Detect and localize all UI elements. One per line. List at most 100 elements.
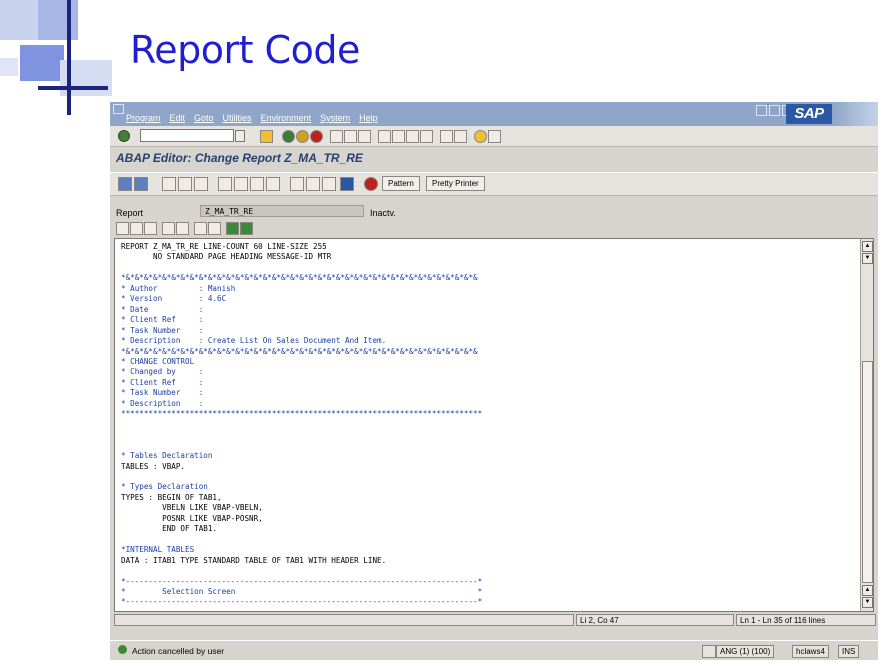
- other-object-icon[interactable]: [178, 177, 192, 191]
- copy-icon[interactable]: [130, 222, 143, 235]
- scroll-down-bottom-icon[interactable]: ▼: [862, 597, 873, 608]
- display-change-icon[interactable]: [162, 177, 176, 191]
- vertical-scrollbar[interactable]: ▲ ▼ ▲ ▼: [860, 239, 873, 611]
- object-list-icon[interactable]: [290, 177, 304, 191]
- code-editor[interactable]: REPORT Z_MA_TR_RE LINE-COUNT 60 LINE-SIZ…: [114, 238, 874, 612]
- menu-goto[interactable]: Goto: [194, 113, 214, 123]
- code-line[interactable]: POSNR LIKE VBAP-POSNR,: [121, 514, 263, 523]
- stop-icon[interactable]: [364, 177, 378, 191]
- pattern-button[interactable]: Pattern: [382, 176, 420, 191]
- application-toolbar: Pattern Pretty Printer: [110, 172, 878, 196]
- forward-arrow-icon[interactable]: [134, 177, 148, 191]
- code-line[interactable]: * Description :: [121, 399, 203, 408]
- code-line[interactable]: * Client Ref :: [121, 378, 203, 387]
- code-line[interactable]: * Date :: [121, 305, 203, 314]
- menu-bar: Program Edit Goto Utilities Environment …: [110, 102, 878, 126]
- code-line[interactable]: * Client Ref :: [121, 315, 203, 324]
- undo-icon[interactable]: [162, 222, 175, 235]
- activate-icon[interactable]: [234, 177, 248, 191]
- code-line[interactable]: *&*&*&*&*&*&*&*&*&*&*&*&*&*&*&*&*&*&*&*&…: [121, 347, 478, 356]
- code-line[interactable]: TABLES : VBAP.: [121, 462, 185, 471]
- code-line[interactable]: DATA : ITAB1 TYPE STANDARD TABLE OF TAB1…: [121, 556, 386, 565]
- editor-find-icon[interactable]: [194, 222, 207, 235]
- insert-mode: INS: [838, 645, 860, 658]
- pretty-printer-button[interactable]: Pretty Printer: [426, 176, 485, 191]
- code-line[interactable]: *&*&*&*&*&*&*&*&*&*&*&*&*&*&*&*&*&*&*&*&…: [121, 273, 478, 282]
- code-line[interactable]: * Author : Manish: [121, 284, 235, 293]
- download-icon[interactable]: [240, 222, 253, 235]
- code-line[interactable]: NO STANDARD PAGE HEADING MESSAGE-ID MTR: [121, 252, 331, 261]
- menu-program[interactable]: Program: [126, 113, 161, 123]
- code-line[interactable]: *---------------------------------------…: [121, 597, 482, 606]
- enter-icon[interactable]: [118, 130, 130, 142]
- code-line[interactable]: * Types Declaration: [121, 482, 208, 491]
- code-line[interactable]: REPORT Z_MA_TR_RE LINE-COUNT 60 LINE-SIZ…: [121, 242, 327, 251]
- navigation-window-icon[interactable]: [306, 177, 320, 191]
- code-line[interactable]: * Task Number :: [121, 326, 203, 335]
- report-name-field: Z_MA_TR_RE: [200, 205, 364, 217]
- code-line[interactable]: END OF TAB1.: [121, 524, 217, 533]
- code-line[interactable]: * Version : 4.6C: [121, 294, 226, 303]
- back-icon[interactable]: [282, 130, 295, 143]
- code-line[interactable]: *---------------------------------------…: [121, 577, 482, 586]
- code-line[interactable]: * Tables Declaration: [121, 451, 212, 460]
- editor-find-next-icon[interactable]: [208, 222, 221, 235]
- info-icon[interactable]: [340, 177, 354, 191]
- sap-window: Program Edit Goto Utilities Environment …: [110, 102, 878, 660]
- code-line[interactable]: * Changed by :: [121, 367, 203, 376]
- menu-edit[interactable]: Edit: [170, 113, 186, 123]
- layout-menu-icon[interactable]: [488, 130, 501, 143]
- set-breakpoint-icon[interactable]: [322, 177, 336, 191]
- code-line[interactable]: * CHANGE CONTROL: [121, 357, 194, 366]
- menu-system[interactable]: System: [320, 113, 350, 123]
- shortcut-icon[interactable]: [454, 130, 467, 143]
- redo-icon[interactable]: [176, 222, 189, 235]
- back-arrow-icon[interactable]: [118, 177, 132, 191]
- command-history-button[interactable]: [235, 130, 245, 142]
- test-icon[interactable]: [250, 177, 264, 191]
- scroll-down-icon[interactable]: ▼: [862, 253, 873, 264]
- check-icon[interactable]: [218, 177, 232, 191]
- menu-help[interactable]: Help: [359, 113, 378, 123]
- where-used-icon[interactable]: [266, 177, 280, 191]
- exit-icon[interactable]: [296, 130, 309, 143]
- code-line[interactable]: * Description : Create List On Sales Doc…: [121, 336, 386, 345]
- maximize-icon[interactable]: [769, 105, 780, 116]
- cancel-icon[interactable]: [310, 130, 323, 143]
- system-menu-icon[interactable]: [113, 104, 124, 114]
- code-line[interactable]: VBELN LIKE VBAP-VBELN,: [121, 503, 263, 512]
- status-blank: [114, 614, 574, 626]
- next-page-icon[interactable]: [406, 130, 419, 143]
- session-info: ANG (1) (100): [716, 645, 775, 658]
- previous-page-icon[interactable]: [392, 130, 405, 143]
- first-page-icon[interactable]: [378, 130, 391, 143]
- new-session-icon[interactable]: [440, 130, 453, 143]
- command-field[interactable]: [140, 129, 234, 142]
- active-inactive-icon[interactable]: [194, 177, 208, 191]
- menu-utilities[interactable]: Utilities: [223, 113, 252, 123]
- code-line[interactable]: TYPES : BEGIN OF TAB1,: [121, 493, 222, 502]
- scroll-up-bottom-icon[interactable]: ▲: [862, 585, 873, 596]
- paste-icon[interactable]: [144, 222, 157, 235]
- code-line[interactable]: * Task Number :: [121, 388, 203, 397]
- code-line[interactable]: * Selection Screen *: [121, 587, 482, 596]
- code-line[interactable]: ****************************************…: [121, 409, 482, 418]
- code-line[interactable]: *INTERNAL TABLES: [121, 545, 194, 554]
- status-expand-icon[interactable]: [702, 645, 716, 658]
- code-text[interactable]: REPORT Z_MA_TR_RE LINE-COUNT 60 LINE-SIZ…: [121, 242, 482, 608]
- find-icon[interactable]: [344, 130, 357, 143]
- help-icon[interactable]: [474, 130, 487, 143]
- cut-icon[interactable]: [116, 222, 129, 235]
- scrollbar-thumb[interactable]: [862, 361, 873, 583]
- minimize-icon[interactable]: [756, 105, 767, 116]
- editor-toolbar: [114, 221, 876, 237]
- page-title: ABAP Editor: Change Report Z_MA_TR_RE: [116, 151, 363, 165]
- save-icon[interactable]: [260, 130, 273, 143]
- scroll-up-icon[interactable]: ▲: [862, 241, 873, 252]
- last-page-icon[interactable]: [420, 130, 433, 143]
- standard-toolbar: [110, 126, 878, 147]
- upload-icon[interactable]: [226, 222, 239, 235]
- print-icon[interactable]: [330, 130, 343, 143]
- find-next-icon[interactable]: [358, 130, 371, 143]
- menu-environment[interactable]: Environment: [261, 113, 312, 123]
